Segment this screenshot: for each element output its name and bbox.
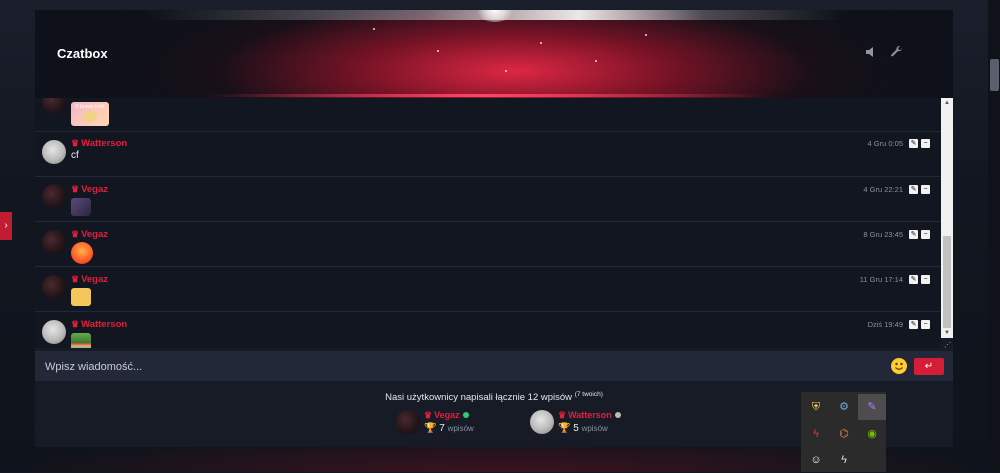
message-input[interactable] (43, 357, 877, 377)
message-author[interactable]: ♛ Vegaz (71, 229, 108, 240)
shield-icon[interactable]: ⛨ (802, 394, 830, 420)
message-item: ♛ Vegaz 11 Gru 17:14 ✎ − (35, 266, 941, 312)
emoji-image (71, 198, 91, 216)
crown-icon: ♛ (71, 184, 80, 194)
delete-icon[interactable]: − (921, 139, 930, 148)
fan-icon[interactable]: ϟ (830, 447, 858, 473)
message-item: ♛ Vegaz 4 Gru 22:21 ✎ − (35, 176, 941, 222)
avatar (42, 230, 66, 254)
scroll-down-icon[interactable]: ▼ (941, 328, 953, 338)
avatar (42, 275, 66, 299)
message-time: 4 Gru 0:05 (867, 139, 903, 148)
offline-status-icon (614, 412, 621, 418)
edit-icon[interactable]: ✎ (909, 275, 918, 284)
system-tray-overflow: ⛨ ⚙ ✎ ϟ ⌬ ◉ ☺ ϟ (801, 392, 886, 472)
message-author[interactable]: ♛ Vegaz (71, 274, 108, 285)
banner-glow (135, 10, 895, 98)
angry-emoji-image (71, 242, 93, 264)
page-scrollbar-thumb[interactable] (990, 59, 999, 91)
avatar (530, 410, 554, 434)
top-user-count: 🏆 5 wpisów (558, 423, 608, 434)
discord-icon[interactable]: ☺ (802, 447, 830, 473)
chatbox-banner: Czatbox (35, 10, 953, 98)
online-status-icon (462, 412, 469, 418)
speaker-icon[interactable] (864, 45, 880, 61)
message-scrollbar[interactable]: ▲ ▼ (941, 98, 953, 338)
message-time: 4 Gru 22:21 (863, 185, 903, 194)
steam-icon[interactable]: ⚙ (830, 394, 858, 420)
crown-icon: ♛ (424, 410, 433, 420)
delete-icon[interactable]: − (921, 320, 930, 329)
nvidia-icon[interactable]: ◉ (858, 421, 886, 447)
message-author[interactable]: ♛ Watterson (71, 319, 127, 330)
message-item: ® brown lmbt (35, 98, 941, 130)
message-author[interactable]: ♛ Vegaz (71, 184, 108, 195)
message-item: ♛ Watterson 4 Gru 0:05 ✎ − cf (35, 131, 941, 177)
message-item: ♛ Watterson Dziś 19:49 ✎ − (35, 311, 941, 348)
edit-icon[interactable]: ✎ (909, 139, 918, 148)
crown-icon: ♛ (558, 410, 567, 420)
message-text: cf (71, 150, 79, 161)
top-users: ♛ Vegaz 🏆 7 wpisów ♛ Watterson 🏆 5 wpisów (396, 408, 736, 438)
chatbox-panel: Czatbox ® brown lmbt ♛ Watterson 4 Gru 0:… (35, 10, 953, 447)
trophy-icon: 🏆 (424, 423, 437, 434)
lightning-icon[interactable]: ϟ (802, 421, 830, 447)
banner-red-line (205, 94, 765, 97)
crown-icon: ♛ (71, 274, 80, 284)
thumbs-emoji-image (71, 288, 91, 306)
message-time: 11 Gru 17:14 (859, 275, 903, 284)
avatar (396, 410, 420, 434)
scrollbar-thumb[interactable] (943, 236, 951, 328)
edit-icon[interactable]: ✎ (909, 230, 918, 239)
crown-icon: ♛ (71, 138, 80, 148)
pepe-emoji-image (71, 333, 91, 348)
message-list[interactable]: ® brown lmbt ♛ Watterson 4 Gru 0:05 ✎ − c… (35, 98, 941, 348)
message-time: Dziś 19:49 (867, 320, 903, 329)
network-icon[interactable]: ⌬ (830, 421, 858, 447)
delete-icon[interactable]: − (921, 185, 930, 194)
top-user-name[interactable]: ♛ Vegaz (424, 410, 469, 421)
page-scrollbar[interactable] (988, 0, 1000, 472)
feather-icon[interactable]: ✎ (858, 394, 886, 420)
avatar (42, 320, 66, 344)
message-author[interactable]: ♛ Watterson (71, 138, 127, 149)
top-user-count: 🏆 7 wpisów (424, 423, 474, 434)
sticker-image: ® brown lmbt (71, 102, 109, 126)
scroll-up-icon[interactable]: ▲ (941, 98, 953, 108)
chatbox-title: Czatbox (57, 46, 108, 61)
stats-sup: (7 twoich) (574, 391, 603, 398)
crown-icon: ♛ (71, 229, 80, 239)
message-input-bar: ↵ (35, 351, 953, 381)
delete-icon[interactable]: − (921, 275, 930, 284)
crown-icon: ♛ (71, 319, 80, 329)
message-item: ♛ Vegaz 8 Gru 23:45 ✎ − (35, 221, 941, 267)
side-panel-toggle[interactable]: › (0, 212, 12, 240)
avatar (42, 140, 66, 164)
wrench-icon[interactable] (890, 45, 906, 61)
emoji-picker-icon[interactable] (891, 358, 907, 374)
trophy-icon: 🏆 (558, 423, 571, 434)
send-button[interactable]: ↵ (914, 358, 944, 375)
avatar (42, 98, 66, 114)
avatar (42, 184, 66, 208)
edit-icon[interactable]: ✎ (909, 320, 918, 329)
delete-icon[interactable]: − (921, 230, 930, 239)
top-user-name[interactable]: ♛ Watterson (558, 410, 621, 421)
resize-grip-icon[interactable]: ⋰ (944, 341, 951, 349)
message-time: 8 Gru 23:45 (863, 230, 903, 239)
stats-text: Nasi użytkownicy napisali łącznie 12 wpi… (385, 392, 573, 404)
edit-icon[interactable]: ✎ (909, 185, 918, 194)
